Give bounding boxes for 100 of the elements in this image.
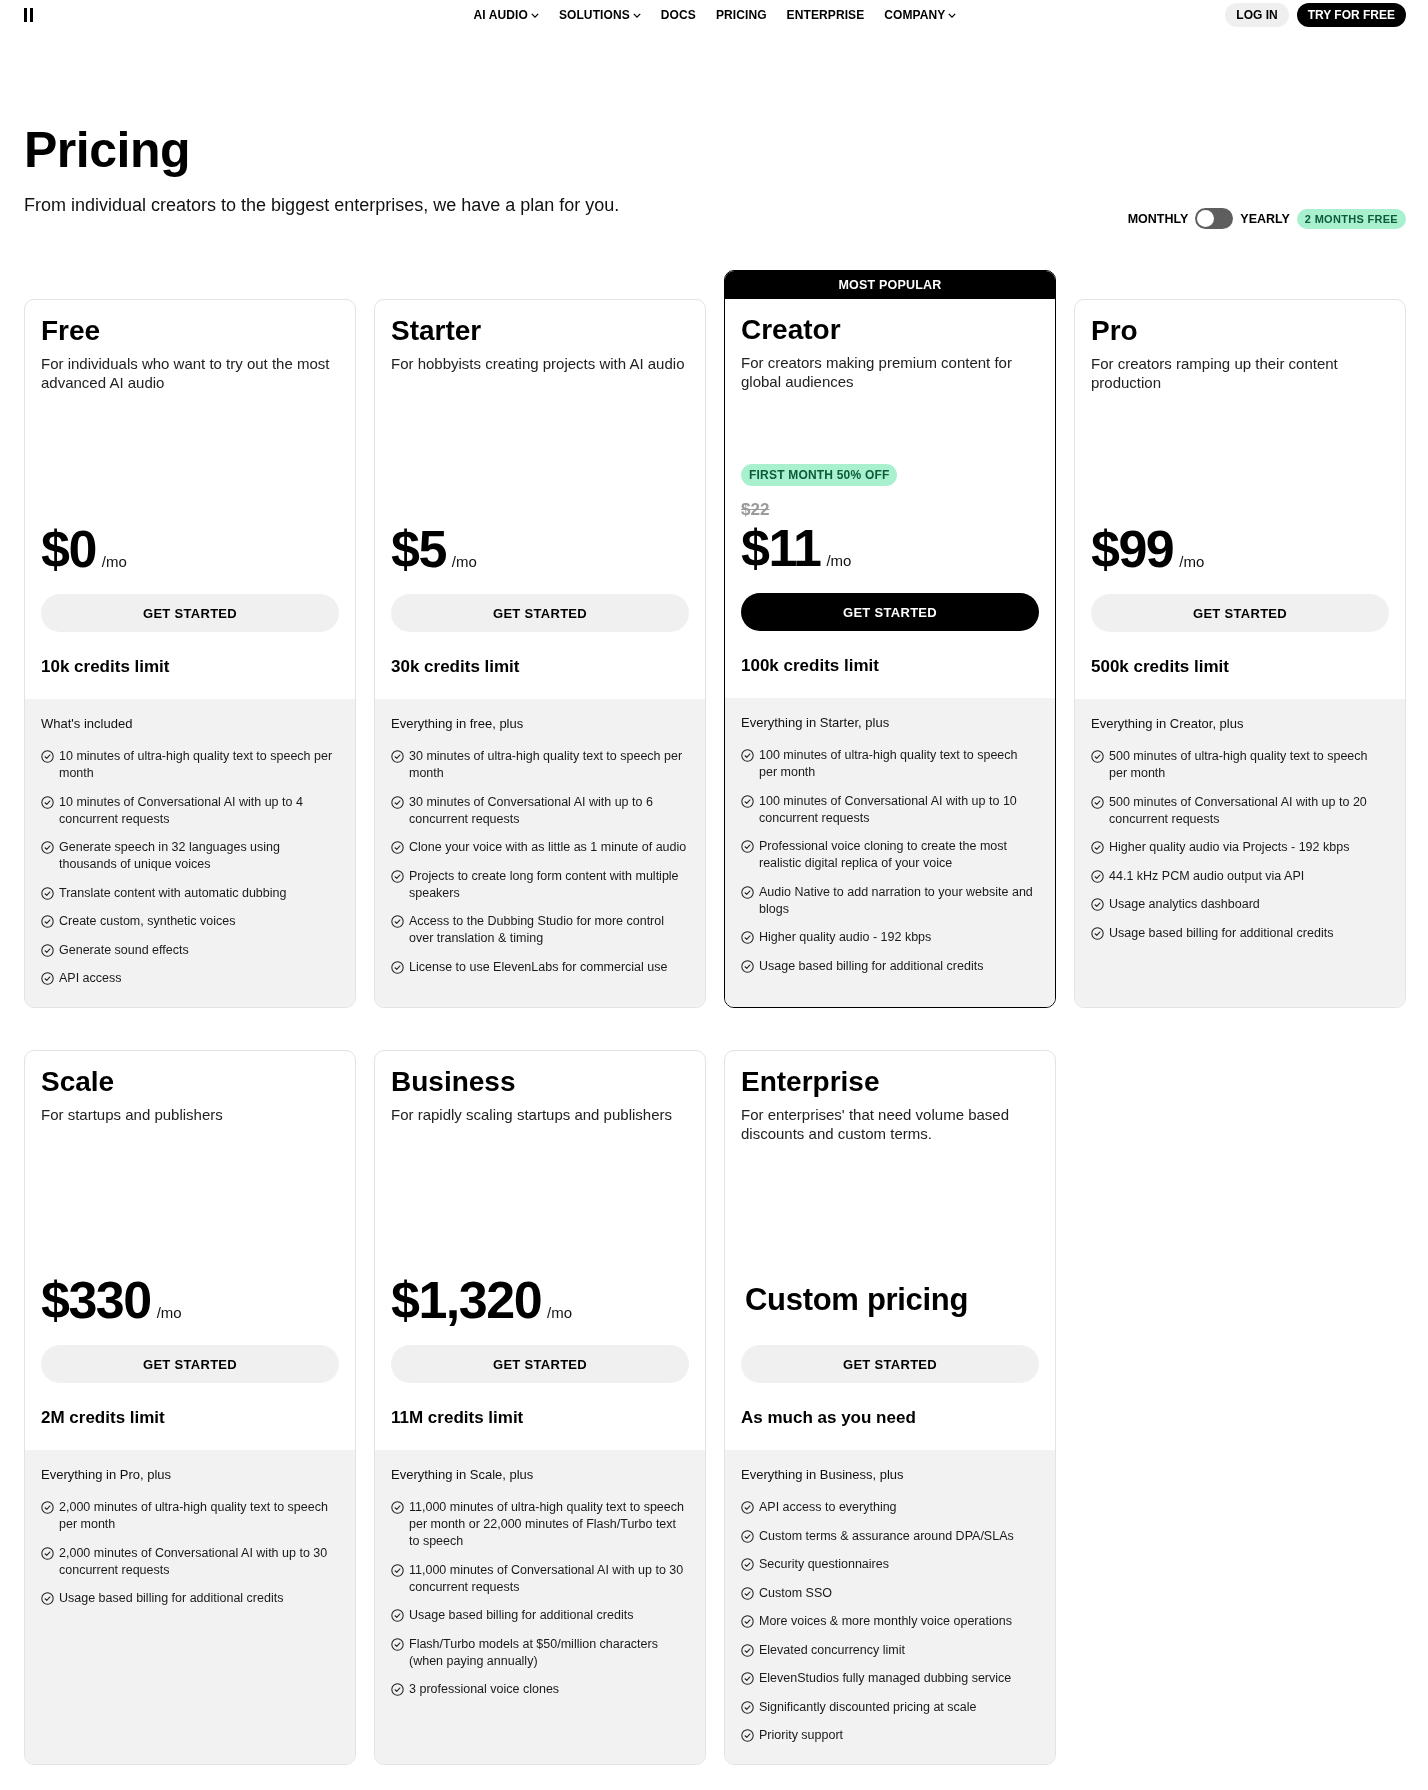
original-price: $22: [741, 500, 770, 519]
page-title: Pricing: [24, 123, 190, 178]
feature-text: Priority support: [759, 1727, 845, 1744]
nav-link[interactable]: DOCS: [660, 8, 696, 22]
credits-limit: 10k credits limit: [41, 657, 171, 677]
check-circle-icon: [391, 750, 404, 763]
feature-text: API access to everything: [759, 1499, 898, 1516]
features-heading: What's included: [41, 715, 134, 732]
feature-text: 2,000 minutes of ultra-high quality text to speech per month: [59, 1499, 329, 1533]
plan-name: Free: [41, 314, 102, 348]
feature-text: Custom terms & assurance around DPA/SLAs: [759, 1527, 1015, 1545]
feature-text: 11,000 minutes of ultra-high quality text to speech per month or 22,000 minutes of Flash/Turbo text to speech: [409, 1499, 685, 1550]
check-circle-icon: [741, 1558, 754, 1571]
feature-text: Access to the Dubbing Studio for more control over translation & timing: [409, 913, 665, 947]
plan-name: Creator: [741, 313, 842, 347]
check-circle-icon: [391, 1637, 404, 1651]
check-circle-icon: [741, 1501, 754, 1514]
feature-text: ElevenStudios fully managed dubbing service: [759, 1670, 1013, 1687]
nav-link[interactable]: AI AUDIO: [473, 8, 539, 22]
check-circle-icon: [741, 1729, 754, 1742]
check-circle-icon: [741, 959, 754, 973]
price-period: /mo: [547, 1304, 573, 1321]
custom-pricing: Custom pricing: [744, 1281, 969, 1319]
get-started-button[interactable]: GET STARTED: [391, 594, 689, 632]
billing-switch[interactable]: [1195, 208, 1234, 229]
popular-banner: MOST POPULAR: [725, 271, 1055, 299]
credits-limit: 2M credits limit: [41, 1408, 166, 1428]
features-heading: Everything in Starter, plus: [741, 714, 891, 731]
feature-text: 44.1 kHz PCM audio output via API: [1109, 867, 1306, 885]
feature-text: 11,000 minutes of Conversational AI with up to 30 concurrent requests: [409, 1561, 685, 1596]
price-amount: $11: [741, 520, 821, 576]
logo-icon[interactable]: [24, 8, 33, 22]
check-circle-icon: [41, 886, 54, 900]
feature-text: Custom SSO: [759, 1584, 833, 1602]
plan-name: Starter: [391, 314, 483, 348]
discount-badge: FIRST MONTH 50% OFF: [741, 464, 898, 486]
plan-description: For rapidly scaling startups and publishers: [391, 1105, 673, 1124]
price-period: /mo: [156, 1304, 182, 1321]
plan-description: For hobbyists creating projects with AI audio: [391, 354, 686, 373]
credits-limit: 30k credits limit: [391, 657, 521, 677]
price-period: /mo: [451, 553, 477, 570]
feature-text: 2,000 minutes of Conversational AI with up to 30 concurrent requests: [59, 1544, 329, 1579]
check-circle-icon: [741, 1643, 754, 1657]
check-circle-icon: [41, 795, 54, 809]
feature-text: Elevated concurrency limit: [759, 1641, 906, 1659]
yearly-label: YEARLY: [1240, 211, 1290, 226]
get-started-button[interactable]: GET STARTED: [41, 1345, 339, 1383]
check-circle-icon: [41, 1501, 54, 1514]
feature-text: 30 minutes of ultra-high quality text to speech per month: [409, 748, 684, 782]
feature-text: Generate speech in 32 languages using thousands of unique voices: [59, 839, 281, 873]
check-circle-icon: [41, 943, 54, 957]
monthly-label: MONTHLY: [1127, 211, 1189, 226]
login-button[interactable]: LOG IN: [1225, 3, 1289, 27]
get-started-button[interactable]: GET STARTED: [391, 1345, 689, 1383]
feature-text: API access: [59, 970, 123, 987]
check-circle-icon: [741, 794, 754, 808]
check-circle-icon: [391, 841, 404, 854]
nav-link[interactable]: SOLUTIONS: [558, 8, 641, 22]
check-circle-icon: [741, 840, 754, 853]
get-started-button[interactable]: GET STARTED: [741, 1345, 1039, 1383]
plan-description: For enterprises' that need volume based discounts and custom terms.: [741, 1105, 1010, 1143]
get-started-button[interactable]: GET STARTED: [41, 594, 339, 632]
feature-text: Usage based billing for additional credits: [1109, 924, 1335, 942]
features-heading: Everything in free, plus: [391, 715, 525, 732]
price-amount: $1,320: [391, 1272, 542, 1328]
features-heading: Everything in Creator, plus: [1091, 715, 1245, 732]
feature-text: Higher quality audio via Projects - 192 kbps: [1109, 839, 1351, 856]
nav-link[interactable]: PRICING: [715, 8, 767, 22]
price-period: /mo: [101, 553, 127, 570]
feature-text: Clone your voice with as little as 1 minute of audio: [409, 839, 688, 856]
feature-text: 30 minutes of Conversational AI with up to 6 concurrent requests: [409, 793, 654, 828]
feature-text: Significantly discounted pricing at scale: [759, 1698, 978, 1716]
nav-link[interactable]: COMPANY: [884, 8, 957, 22]
check-circle-icon: [1091, 750, 1104, 763]
feature-text: Flash/Turbo models at $50/million characters (when paying annually): [409, 1635, 659, 1670]
check-circle-icon: [1091, 869, 1104, 883]
feature-text: Usage based billing for additional credits: [759, 957, 985, 975]
features-heading: Everything in Scale, plus: [391, 1466, 535, 1483]
check-circle-icon: [391, 869, 404, 883]
plan-description: For startups and publishers: [41, 1105, 224, 1124]
price-amount: $5: [391, 521, 446, 577]
check-circle-icon: [1091, 795, 1104, 809]
get-started-button[interactable]: GET STARTED: [1091, 594, 1389, 632]
try-free-button[interactable]: TRY FOR FREE: [1296, 3, 1406, 27]
check-circle-icon: [41, 972, 54, 985]
check-circle-icon: [1091, 926, 1104, 940]
nav-link[interactable]: ENTERPRISE: [786, 8, 865, 22]
check-circle-icon: [391, 960, 404, 974]
feature-text: 3 professional voice clones: [409, 1681, 561, 1698]
plan-name: Pro: [1091, 314, 1139, 348]
check-circle-icon: [41, 915, 54, 928]
check-circle-icon: [741, 1672, 754, 1685]
feature-text: 10 minutes of ultra-high quality text to speech per month: [59, 748, 334, 782]
check-circle-icon: [741, 885, 754, 899]
feature-text: Security questionnaires: [759, 1556, 890, 1573]
get-started-button[interactable]: GET STARTED: [741, 593, 1039, 631]
check-circle-icon: [41, 1546, 54, 1560]
plan-name: Business: [391, 1065, 517, 1099]
check-circle-icon: [41, 1592, 54, 1605]
plan-name: Enterprise: [741, 1065, 881, 1099]
